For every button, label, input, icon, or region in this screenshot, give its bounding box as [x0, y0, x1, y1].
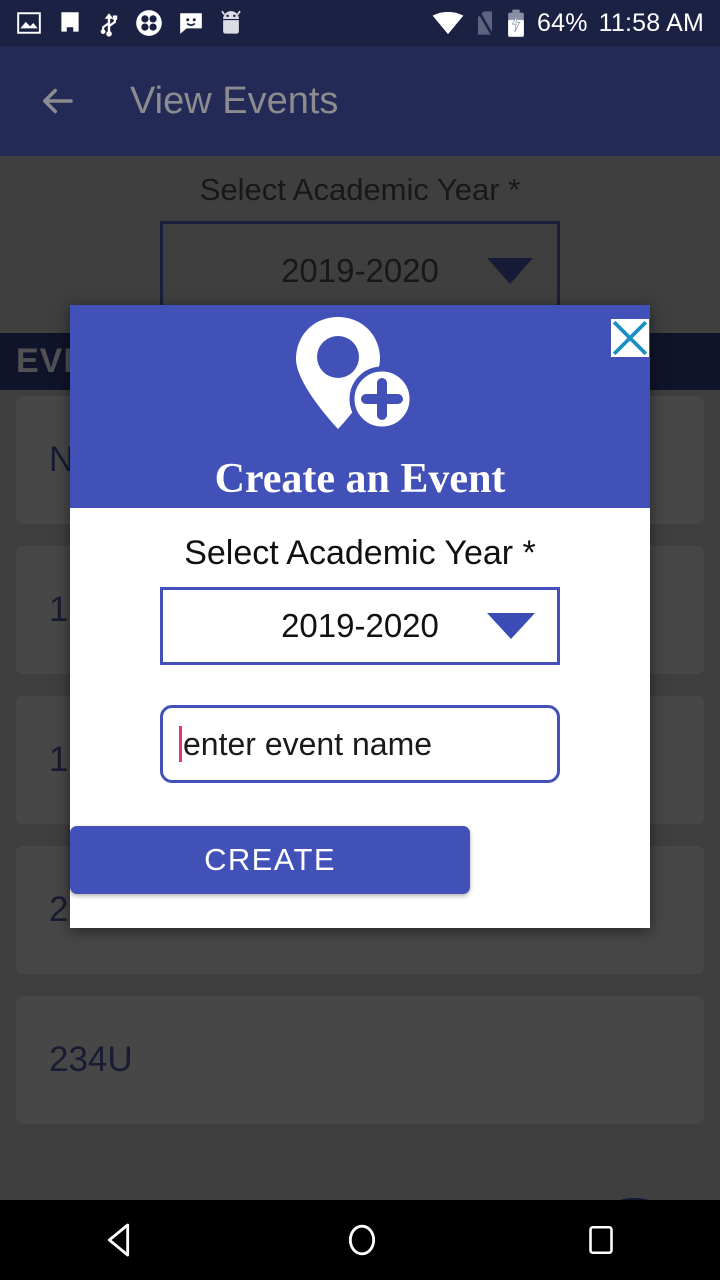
status-bar-right-icons: 64% 11:58 AM	[432, 9, 704, 38]
clock: 11:58 AM	[598, 8, 704, 37]
text-cursor	[179, 726, 182, 762]
wifi-icon	[432, 11, 464, 35]
close-button[interactable]	[611, 319, 649, 357]
academic-year-spinner[interactable]: 2019-2020	[160, 587, 560, 665]
usb-icon	[100, 13, 118, 37]
event-name-input[interactable]: enter event name	[160, 705, 560, 783]
academic-year-label: Select Academic Year *	[184, 534, 536, 572]
dialog-title: Create an Event	[214, 456, 506, 502]
map-pin-add-icon	[296, 317, 415, 432]
page-title: View Events	[130, 79, 339, 122]
flower-icon	[136, 10, 162, 36]
chevron-down-icon	[487, 613, 535, 639]
academic-year-value: 2019-2020	[281, 607, 439, 644]
app-bar: View Events	[0, 46, 720, 156]
app-icon	[61, 12, 79, 32]
android-icon	[221, 10, 241, 34]
create-event-dialog: Create an Event Select Academic Year * 2…	[70, 305, 650, 928]
create-button[interactable]: CREATE	[70, 826, 470, 894]
status-bar-left-icons	[16, 9, 243, 37]
no-sim-icon	[477, 10, 494, 36]
phone-screen: Select Academic Year * 2019-2020 EVE N 1…	[0, 0, 720, 1280]
battery-charging-icon	[508, 9, 524, 37]
nav-recents-icon[interactable]	[583, 1222, 619, 1258]
nav-home-icon[interactable]	[342, 1220, 382, 1260]
battery-percent: 64%	[536, 8, 588, 37]
back-arrow-icon[interactable]	[36, 80, 78, 122]
messages-icon	[180, 13, 202, 34]
status-bar: 64% 11:58 AM	[0, 0, 720, 46]
navigation-bar	[0, 1200, 720, 1280]
dialog-header: Create an Event	[70, 305, 650, 508]
close-icon	[612, 320, 648, 356]
dialog-body: Select Academic Year * 2019-2020 enter e…	[70, 508, 650, 928]
image-icon	[17, 12, 41, 34]
nav-back-icon[interactable]	[101, 1220, 141, 1260]
event-name-placeholder: enter event name	[183, 725, 433, 762]
